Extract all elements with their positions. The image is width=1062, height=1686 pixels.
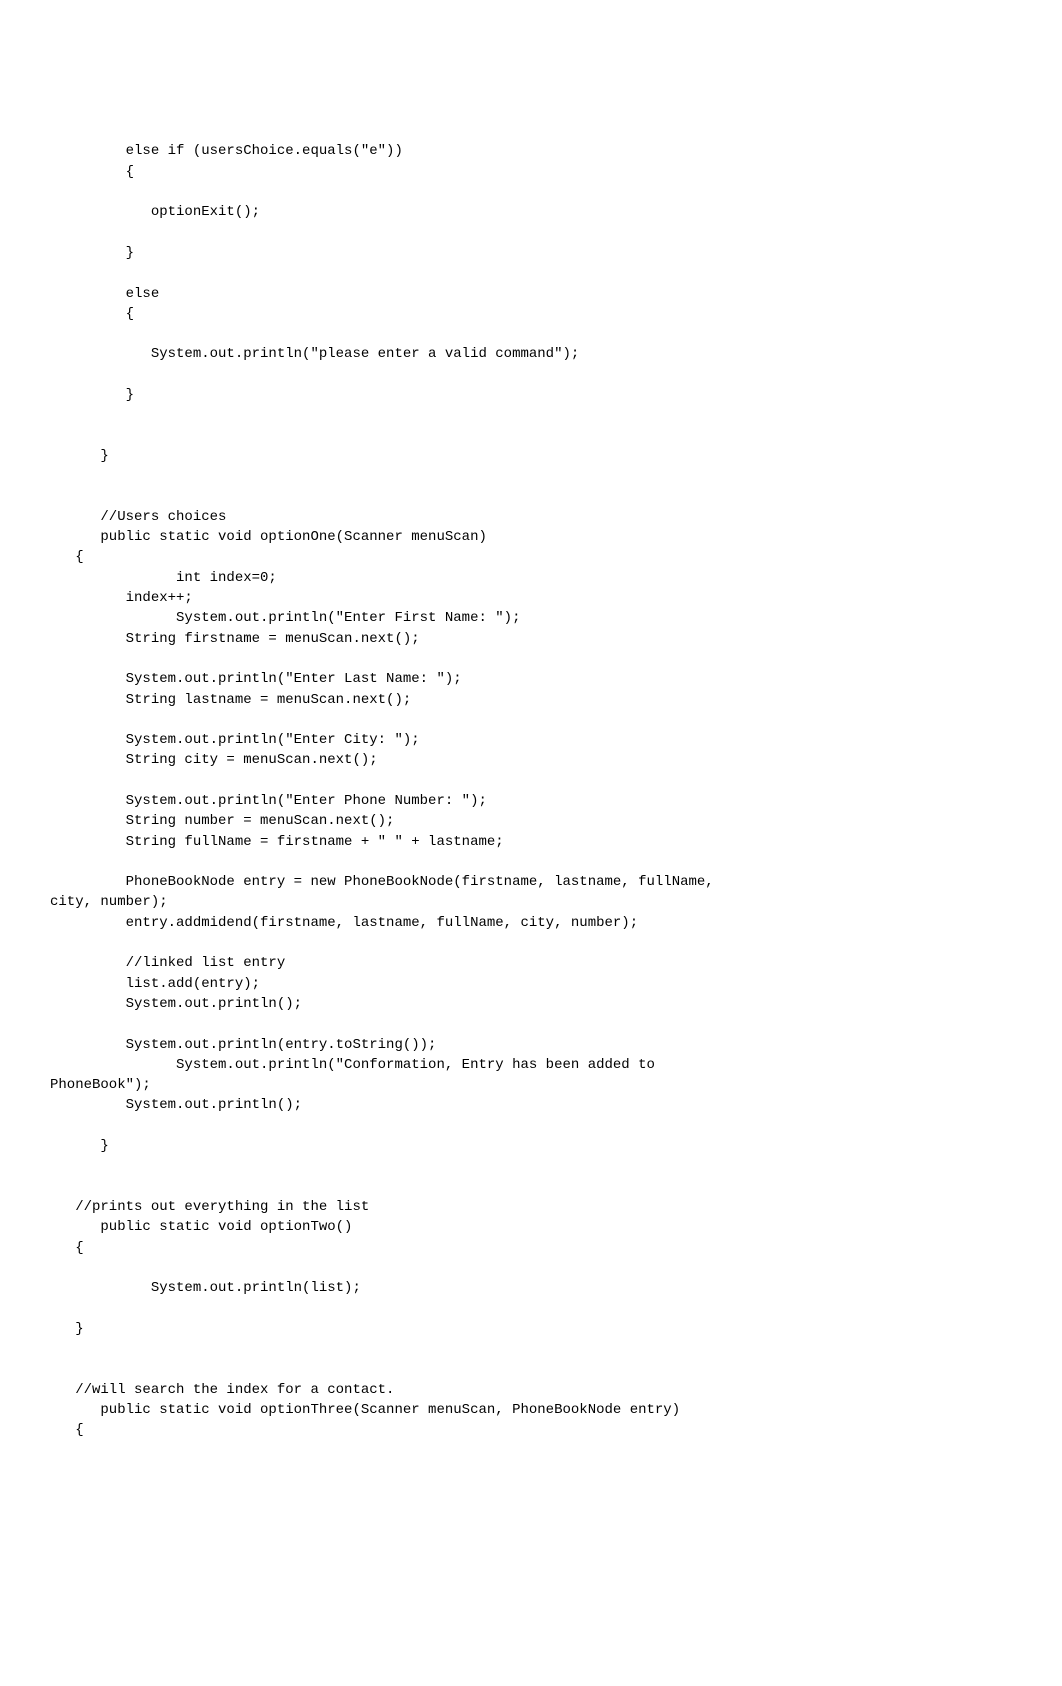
code-content: else if (usersChoice.equals("e")) { opti… [50, 121, 1012, 1440]
